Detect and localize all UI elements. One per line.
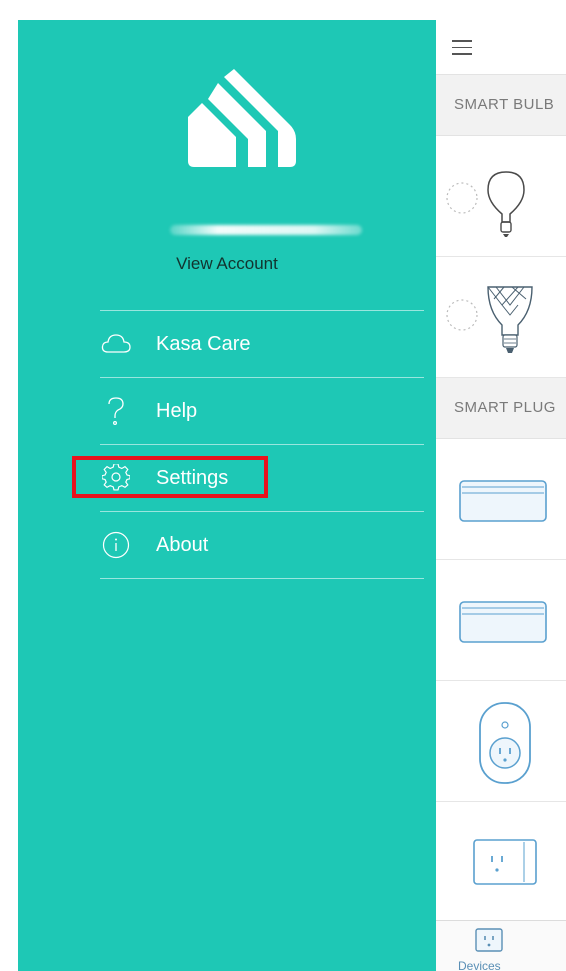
device-row-plug[interactable] <box>436 681 566 802</box>
section-header-smart-plug: SMART PLUG <box>436 378 566 439</box>
menu-item-label: About <box>156 533 209 556</box>
info-icon <box>100 529 132 561</box>
hamburger-menu-icon[interactable] <box>452 40 472 55</box>
devices-tab-icon[interactable] <box>474 927 504 955</box>
wall-outlet-icon <box>473 839 537 885</box>
section-header-smart-bulb: SMART BULB <box>436 75 566 136</box>
device-row-plug[interactable] <box>436 439 566 560</box>
device-row-plug[interactable] <box>436 802 566 923</box>
cloud-icon <box>100 328 132 360</box>
device-row-bulb[interactable] <box>436 257 566 378</box>
menu-item-help[interactable]: Help <box>100 378 424 445</box>
power-strip-icon <box>459 480 547 522</box>
kasa-logo-icon <box>188 69 296 167</box>
question-icon <box>100 395 132 427</box>
drawer-menu: Kasa Care Help Settings About <box>100 310 424 579</box>
device-row-bulb[interactable] <box>436 136 566 257</box>
device-list-panel: SMART BULB SMART PLUG Devices <box>436 20 566 971</box>
bulb-device-icon <box>446 171 525 237</box>
navigation-drawer: View Account Kasa Care Help Settings Abo… <box>18 20 436 971</box>
settings-highlight-box <box>72 456 268 498</box>
menu-item-kasa-care[interactable]: Kasa Care <box>100 311 424 378</box>
account-name-redacted <box>170 225 362 235</box>
bottom-tab-bar: Devices <box>436 920 566 971</box>
menu-item-label: Help <box>156 399 198 422</box>
view-account-link[interactable]: View Account <box>18 254 436 274</box>
smart-plug-icon <box>479 702 531 784</box>
menu-item-about[interactable]: About <box>100 512 424 579</box>
device-row-plug[interactable] <box>436 560 566 681</box>
power-strip-icon <box>459 601 547 643</box>
devices-tab-label[interactable]: Devices <box>458 959 501 971</box>
floodlight-bulb-icon <box>446 286 533 353</box>
menu-item-label: Kasa Care <box>156 332 251 355</box>
top-bar <box>436 20 566 75</box>
